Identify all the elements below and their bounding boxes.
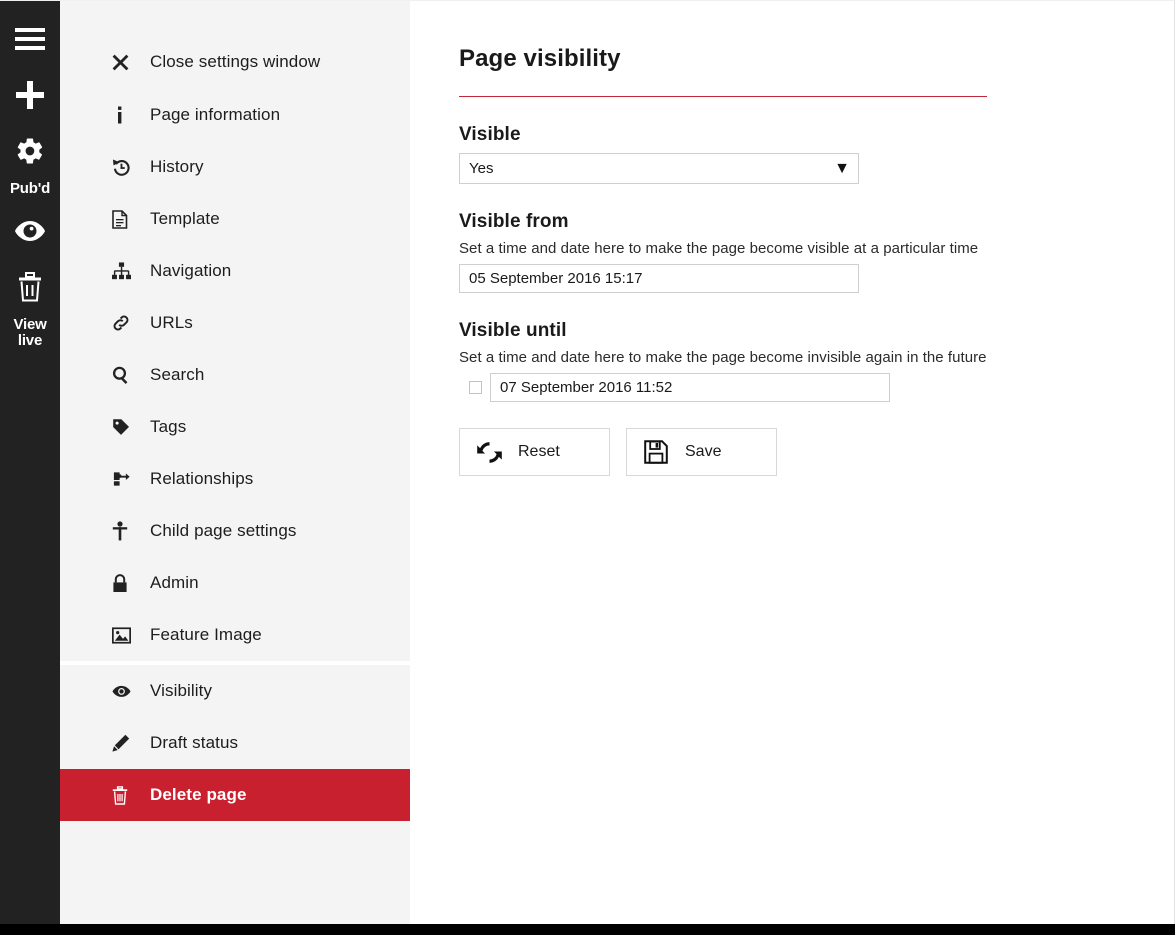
visible-field-label: Visible <box>459 124 521 145</box>
sidebar-item-urls[interactable]: URLs <box>60 297 410 349</box>
app-window: Pub'd View live Close settings window Pa… <box>0 0 1175 924</box>
visible-until-row <box>459 373 1174 402</box>
visible-select-value: Yes <box>469 160 494 177</box>
window-bottom-bar <box>0 924 1175 935</box>
visible-select[interactable]: Yes ▼ <box>459 153 859 184</box>
link-icon <box>112 314 146 332</box>
settings-menu-status-group: Visibility Draft status Delete page <box>60 665 410 821</box>
sidebar-item-label: Close settings window <box>150 52 321 71</box>
sidebar-item-draft-status[interactable]: Draft status <box>60 717 410 769</box>
add-icon[interactable] <box>0 67 60 123</box>
sidebar-item-feature-image[interactable]: Feature Image <box>60 609 410 661</box>
title-underline <box>459 96 987 97</box>
sidebar-item-label: Visibility <box>150 681 213 700</box>
visible-from-input[interactable] <box>459 264 859 293</box>
sidebar-item-label: Feature Image <box>150 625 262 644</box>
sidebar-item-label: Delete page <box>150 785 247 804</box>
floppy-disk-icon <box>627 440 685 464</box>
sidebar-item-label: Template <box>150 209 220 228</box>
published-status-label[interactable]: Pub'd <box>0 181 60 197</box>
sidebar-item-label: Relationships <box>150 469 254 488</box>
sidebar-item-delete-page[interactable]: Delete page <box>60 769 410 821</box>
visible-until-input[interactable] <box>490 373 890 402</box>
refresh-icon <box>460 440 518 465</box>
global-toolbar: Pub'd View live <box>0 1 60 924</box>
history-icon <box>112 158 146 177</box>
child-icon <box>112 521 146 541</box>
info-icon <box>112 106 146 124</box>
sidebar-item-label: URLs <box>150 313 193 332</box>
reset-button[interactable]: Reset <box>459 428 610 476</box>
sidebar-item-label: Admin <box>150 573 199 592</box>
image-icon <box>112 626 146 644</box>
sidebar-item-navigation[interactable]: Navigation <box>60 245 410 297</box>
sidebar-item-tags[interactable]: Tags <box>60 401 410 453</box>
sidebar-item-visibility[interactable]: Visibility <box>60 665 410 717</box>
form-actions: Reset Save <box>459 428 1174 476</box>
save-button-label: Save <box>685 443 722 460</box>
panel-top-spacer <box>60 1 410 25</box>
sidebar-item-close-settings[interactable]: Close settings window <box>60 25 410 89</box>
close-icon <box>112 54 146 71</box>
search-icon <box>112 366 146 384</box>
eye-icon[interactable] <box>0 203 60 259</box>
sidebar-item-label: Navigation <box>150 261 232 280</box>
sidebar-item-history[interactable]: History <box>60 141 410 193</box>
sitemap-icon <box>112 262 146 280</box>
tag-icon <box>112 418 146 436</box>
document-icon <box>112 209 146 229</box>
puzzle-icon <box>112 470 146 488</box>
sidebar-item-relationships[interactable]: Relationships <box>60 453 410 505</box>
sidebar-item-search[interactable]: Search <box>60 349 410 401</box>
main-content: Page visibility Visible Yes ▼ Visible fr… <box>410 1 1174 924</box>
reset-button-label: Reset <box>518 443 560 460</box>
visible-from-label: Visible from <box>459 211 569 232</box>
sidebar-item-label: History <box>150 157 204 176</box>
chevron-down-icon: ▼ <box>834 159 850 177</box>
sidebar-item-child-page-settings[interactable]: Child page settings <box>60 505 410 557</box>
visible-until-checkbox[interactable] <box>469 381 482 394</box>
sidebar-item-label: Draft status <box>150 733 239 752</box>
settings-menu-main-group: Page information History Template Naviga… <box>60 89 410 661</box>
sidebar-item-label: Page information <box>150 105 281 124</box>
view-live-label-line2: live <box>17 332 43 349</box>
visible-until-help: Set a time and date here to make the pag… <box>459 349 987 366</box>
trash-icon[interactable] <box>0 259 60 315</box>
gear-icon[interactable] <box>0 123 60 179</box>
visible-until-label: Visible until <box>459 320 567 341</box>
sidebar-item-page-information[interactable]: Page information <box>60 89 410 141</box>
visible-from-help: Set a time and date here to make the pag… <box>459 240 979 257</box>
sidebar-item-label: Child page settings <box>150 521 297 540</box>
sidebar-item-label: Search <box>150 365 205 384</box>
sidebar-item-label: Tags <box>150 417 187 436</box>
settings-panel: Close settings window Page information H… <box>60 1 410 924</box>
view-live-button[interactable]: View live <box>0 317 60 349</box>
sidebar-item-admin[interactable]: Admin <box>60 557 410 609</box>
page-title: Page visibility <box>459 45 621 72</box>
menu-icon[interactable] <box>0 11 60 67</box>
eye-icon <box>112 685 146 698</box>
view-live-label-line1: View <box>13 316 47 333</box>
pencil-icon <box>112 734 146 752</box>
save-button[interactable]: Save <box>626 428 777 476</box>
trash-icon <box>112 785 146 805</box>
sidebar-item-template[interactable]: Template <box>60 193 410 245</box>
lock-icon <box>112 573 146 593</box>
